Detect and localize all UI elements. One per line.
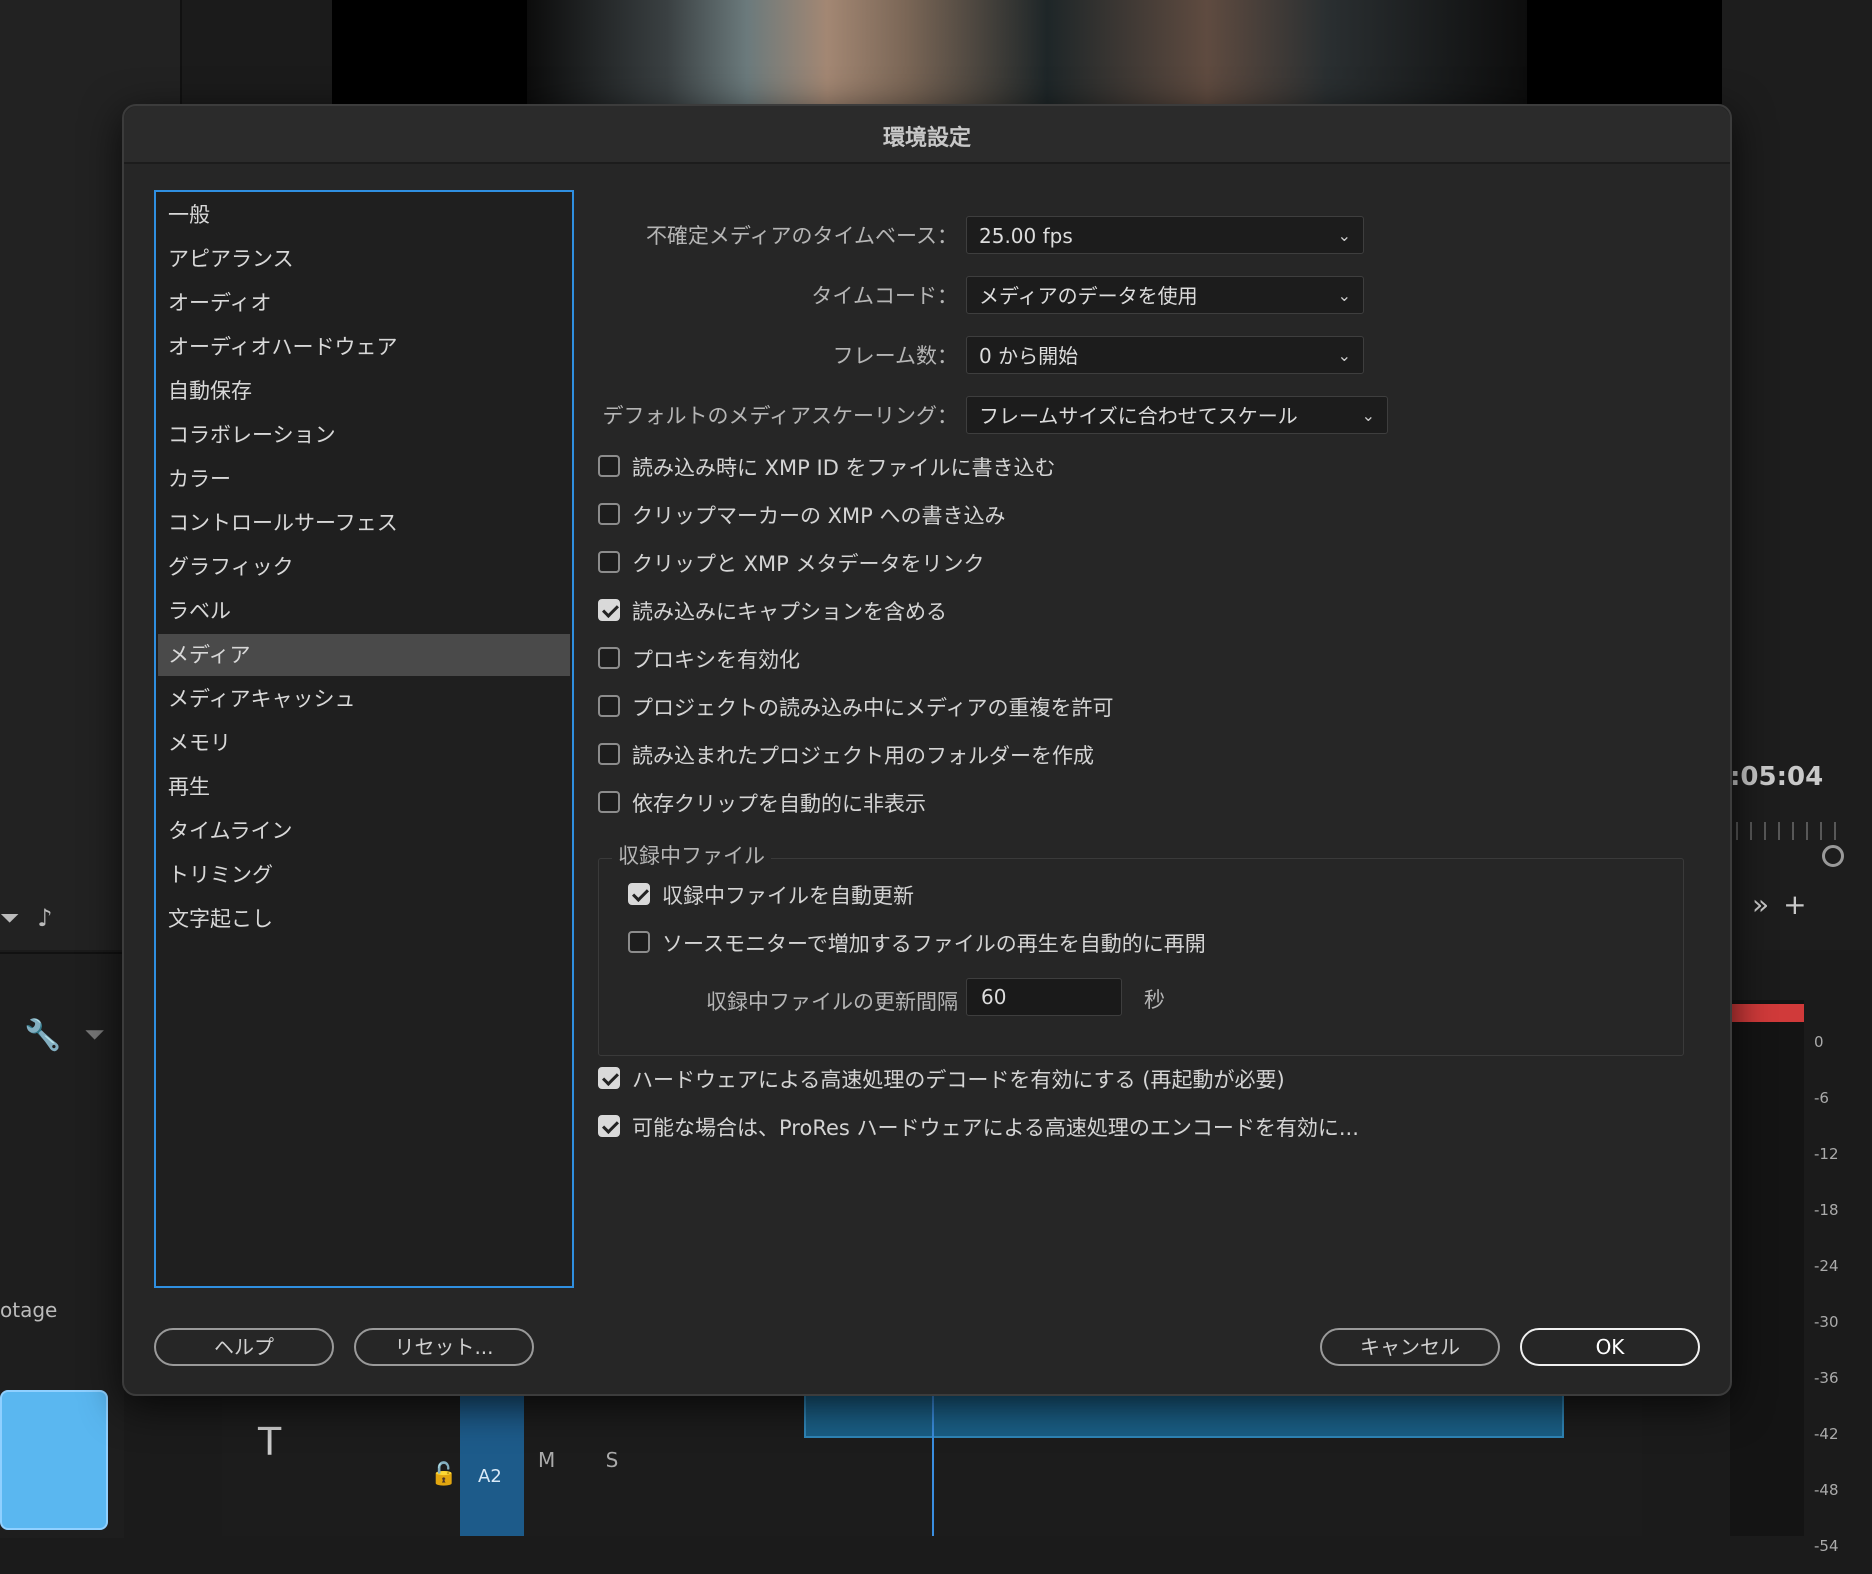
checkbox-box[interactable] bbox=[598, 647, 620, 669]
meter-scale-tick: -6 bbox=[1814, 1089, 1829, 1107]
meter-scale-tick: -36 bbox=[1814, 1369, 1839, 1387]
checkbox-label: ソースモニターで増加するファイルの再生を自動的に再開 bbox=[662, 932, 1206, 956]
chevron-down-icon: ⌄ bbox=[1337, 286, 1351, 305]
footage-label: otage bbox=[0, 1298, 58, 1322]
dialog-title: 環境設定 bbox=[882, 126, 971, 151]
timebase-value: 25.00 fps bbox=[979, 224, 1073, 248]
timecode-value: メディアのデータを使用 bbox=[979, 284, 1198, 308]
timecode-dropdown[interactable]: メディアのデータを使用 ⌄ bbox=[966, 276, 1364, 314]
right-panel bbox=[1722, 0, 1872, 950]
meter-scale-tick: -24 bbox=[1814, 1257, 1839, 1275]
checkbox-box[interactable] bbox=[598, 1115, 620, 1137]
meter-scale: 0 -6 -12 -18 -24 -30 -36 -42 -48 -54 bbox=[1814, 1014, 1839, 1574]
category-item[interactable]: カラー bbox=[158, 458, 570, 500]
checkbox-box[interactable] bbox=[598, 791, 620, 813]
checkbox-label: クリップマーカーの XMP への書き込み bbox=[632, 504, 1006, 528]
meter-scale-tick: 0 bbox=[1814, 1033, 1824, 1051]
checkbox-label: 読み込まれたプロジェクト用のフォルダーを作成 bbox=[632, 744, 1094, 768]
category-item[interactable]: トリミング bbox=[158, 854, 570, 896]
preferences-dialog: 環境設定 一般 アピアランス オーディオ オーディオハードウェア 自動保存 コラボレーショ… bbox=[122, 104, 1732, 1396]
playhead-timecode[interactable]: :05:04 bbox=[1730, 762, 1823, 792]
reset-button[interactable]: リセット... bbox=[354, 1328, 534, 1366]
dialog-titlebar[interactable]: 環境設定 bbox=[124, 106, 1730, 164]
wrench-icon[interactable]: 🔧 bbox=[24, 1018, 61, 1053]
filter-icon[interactable]: ⏷ bbox=[84, 1020, 105, 1051]
category-item[interactable]: グラフィック bbox=[158, 546, 570, 588]
ok-button[interactable]: OK bbox=[1520, 1328, 1700, 1366]
checkbox-box[interactable] bbox=[598, 551, 620, 573]
checkbox-label: ハードウェアによる高速処理のデコードを有効にする (再起動が必要) bbox=[632, 1068, 1285, 1092]
checkbox-box[interactable] bbox=[598, 695, 620, 717]
category-item[interactable]: 文字起こし bbox=[158, 898, 570, 940]
checkbox-label: クリップと XMP メタデータをリンク bbox=[632, 552, 985, 576]
video-frame bbox=[527, 0, 1527, 104]
checkbox-label: 読み込みにキャプションを含める bbox=[632, 600, 947, 624]
checkbox-box[interactable] bbox=[598, 743, 620, 765]
audio-icon[interactable]: ♪ bbox=[37, 904, 70, 932]
chevron-down-icon: ⌄ bbox=[1337, 346, 1351, 365]
frame-count-label: フレーム数： bbox=[832, 344, 958, 368]
category-item[interactable]: メモリ bbox=[158, 722, 570, 764]
timebase-label: 不確定メディアのタイムベース： bbox=[645, 224, 958, 248]
category-item[interactable]: ラベル bbox=[158, 590, 570, 632]
playhead-line[interactable] bbox=[932, 1394, 934, 1536]
track-label: A2 bbox=[478, 1466, 502, 1487]
help-button[interactable]: ヘルプ bbox=[154, 1328, 334, 1366]
audio-clip[interactable] bbox=[804, 1394, 1564, 1438]
timecode-label: タイムコード： bbox=[811, 284, 958, 308]
checkbox-box[interactable] bbox=[628, 883, 650, 905]
meter-clip-indicator bbox=[1732, 1004, 1804, 1022]
track-buttons[interactable]: M S bbox=[538, 1448, 640, 1472]
growing-files-title: 収録中ファイル bbox=[612, 840, 771, 870]
checkbox-label: 読み込み時に XMP ID をファイルに書き込む bbox=[632, 456, 1056, 480]
meter-scale-tick: -48 bbox=[1814, 1481, 1839, 1499]
meter-scale-tick: -42 bbox=[1814, 1425, 1839, 1443]
checkbox-box[interactable] bbox=[598, 455, 620, 477]
clip-thumbnail[interactable] bbox=[0, 1390, 108, 1530]
panel-toolbar: ⏷♪ bbox=[0, 904, 71, 932]
meter-scale-tick: -30 bbox=[1814, 1313, 1839, 1331]
zoom-knob[interactable] bbox=[1822, 845, 1844, 867]
filter-icon[interactable]: ⏷ bbox=[0, 904, 37, 932]
checkbox-box[interactable] bbox=[598, 599, 620, 621]
chevron-down-icon: ⌄ bbox=[1361, 406, 1375, 425]
category-item[interactable]: 再生 bbox=[158, 766, 570, 808]
category-item[interactable]: タイムライン bbox=[158, 810, 570, 852]
audio-meter bbox=[1730, 1000, 1804, 1536]
refresh-interval-unit: 秒 bbox=[1144, 988, 1165, 1012]
type-tool-icon[interactable]: T bbox=[258, 1420, 281, 1464]
checkbox-label: プロジェクトの読み込み中にメディアの重複を許可 bbox=[632, 696, 1114, 720]
category-item[interactable]: メディア bbox=[158, 634, 570, 676]
scaling-dropdown[interactable]: フレームサイズに合わせてスケール ⌄ bbox=[966, 396, 1388, 434]
zoom-ruler[interactable] bbox=[1736, 822, 1846, 840]
refresh-interval-input[interactable] bbox=[966, 978, 1122, 1016]
cancel-button[interactable]: キャンセル bbox=[1320, 1328, 1500, 1366]
meter-scale-tick: -12 bbox=[1814, 1145, 1839, 1163]
category-item[interactable]: コントロールサーフェス bbox=[158, 502, 570, 544]
checkbox-label: 依存クリップを自動的に非表示 bbox=[632, 792, 926, 816]
meter-scale-tick: -54 bbox=[1814, 1537, 1839, 1555]
monitor-toolbar: »+ bbox=[1752, 888, 1821, 921]
checkbox-label: 可能な場合は、ProRes ハードウェアによる高速処理のエンコードを有効に... bbox=[632, 1116, 1359, 1140]
track-header-a2[interactable] bbox=[460, 1390, 524, 1536]
category-item[interactable]: メディアキャッシュ bbox=[158, 678, 570, 720]
chevron-down-icon: ⌄ bbox=[1337, 226, 1351, 245]
more-icon[interactable]: » bbox=[1752, 888, 1783, 921]
add-icon[interactable]: + bbox=[1783, 888, 1820, 921]
checkbox-box[interactable] bbox=[598, 1067, 620, 1089]
scaling-value: フレームサイズに合わせてスケール bbox=[979, 404, 1298, 428]
refresh-interval-label: 収録中ファイルの更新間隔 bbox=[706, 990, 958, 1014]
checkbox-label: 収録中ファイルを自動更新 bbox=[662, 884, 914, 908]
lock-icon[interactable]: 🔓 bbox=[430, 1462, 457, 1487]
meter-scale-tick: -18 bbox=[1814, 1201, 1839, 1219]
frame-count-dropdown[interactable]: 0 から開始 ⌄ bbox=[966, 336, 1364, 374]
timebase-dropdown[interactable]: 25.00 fps ⌄ bbox=[966, 216, 1364, 254]
checkbox-label: プロキシを有効化 bbox=[632, 648, 800, 672]
checkbox-box[interactable] bbox=[628, 931, 650, 953]
scaling-label: デフォルトのメディアスケーリング： bbox=[602, 404, 958, 428]
checkbox-box[interactable] bbox=[598, 503, 620, 525]
frame-count-value: 0 から開始 bbox=[979, 344, 1079, 368]
